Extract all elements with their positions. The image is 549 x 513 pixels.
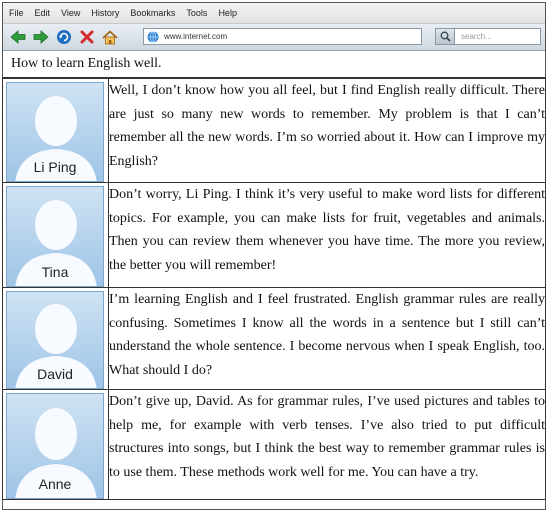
post-text: Don’t worry, Li Ping. I think it’s very … [108, 182, 546, 288]
search-placeholder: search... [461, 32, 492, 41]
refresh-icon[interactable] [55, 28, 73, 46]
menu-history[interactable]: History [91, 8, 119, 18]
user-name: David [37, 366, 73, 382]
avatar-cell: Anne [2, 389, 109, 500]
table-row: Tina Don’t worry, Li Ping. I think it’s … [2, 182, 546, 288]
avatar: Tina [6, 186, 104, 287]
avatar: Li Ping [6, 82, 104, 182]
search-icon[interactable] [436, 29, 455, 44]
avatar: Anne [6, 393, 104, 499]
table-row: Anne Don’t give up, David. As for gramma… [2, 389, 546, 500]
avatar-cell: David [2, 287, 109, 390]
menu-file[interactable]: File [9, 8, 24, 18]
forward-arrow-icon[interactable] [32, 28, 50, 46]
address-text: www.internet.com [164, 32, 228, 41]
page-title: How to learn English well. [3, 51, 545, 78]
user-name: Tina [41, 264, 69, 280]
post-text: Don’t give up, David. As for grammar rul… [108, 389, 546, 500]
menu-tools[interactable]: Tools [186, 8, 207, 18]
forum-posts-table: Li Ping Well, I don’t know how you all f… [2, 78, 546, 500]
menu-help[interactable]: Help [218, 8, 237, 18]
menu-bookmarks[interactable]: Bookmarks [130, 8, 175, 18]
menu-bar: File Edit View History Bookmarks Tools H… [3, 3, 545, 24]
back-arrow-icon[interactable] [9, 28, 27, 46]
post-text: I’m learning English and I feel frustrat… [108, 287, 546, 390]
address-bar[interactable]: www.internet.com [143, 28, 422, 45]
user-name: Li Ping [33, 159, 77, 175]
table-row: Li Ping Well, I don’t know how you all f… [2, 78, 546, 183]
avatar-cell: Li Ping [2, 78, 109, 183]
table-row: David I’m learning English and I feel fr… [2, 287, 546, 390]
navigation-toolbar: www.internet.com search... [3, 24, 545, 51]
browser-window: File Edit View History Bookmarks Tools H… [2, 2, 546, 510]
globe-icon [147, 30, 159, 43]
stop-icon[interactable] [78, 28, 96, 46]
menu-view[interactable]: View [61, 8, 80, 18]
menu-edit[interactable]: Edit [35, 8, 51, 18]
user-name: Anne [38, 476, 72, 492]
avatar: David [6, 291, 104, 389]
home-icon[interactable] [101, 28, 119, 46]
avatar-cell: Tina [2, 182, 109, 288]
post-text: Well, I don’t know how you all feel, but… [108, 78, 546, 183]
search-box[interactable]: search... [435, 28, 541, 45]
